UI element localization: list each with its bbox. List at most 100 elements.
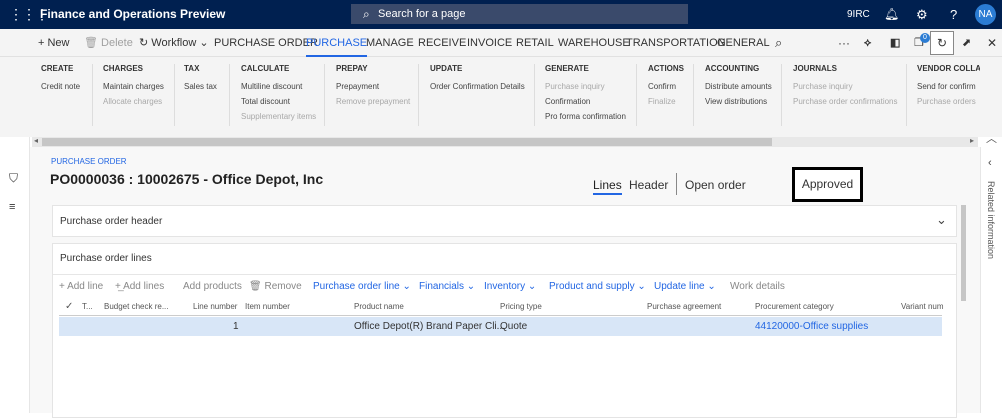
- ribbon-group-create: CREATE: [41, 64, 74, 73]
- column-header-type[interactable]: T...: [82, 298, 93, 316]
- office-icon[interactable]: ◧: [890, 29, 900, 57]
- help-icon[interactable]: ?: [950, 0, 957, 29]
- attachments-icon[interactable]: ❐ 0: [914, 29, 930, 57]
- find-icon[interactable]: ⌕: [775, 29, 782, 57]
- tab-purchase-order[interactable]: PURCHASE ORDER: [214, 29, 318, 57]
- open-order-tab[interactable]: Open order: [685, 177, 746, 193]
- tab-retail[interactable]: RETAIL: [516, 29, 554, 57]
- view-distributions-button[interactable]: View distributions: [705, 97, 767, 106]
- column-header-procurement-category[interactable]: Procurement category: [755, 298, 834, 316]
- journals-purchase-inquiry-button[interactable]: Purchase inquiry: [793, 82, 853, 91]
- confirm-button[interactable]: Confirm: [648, 82, 676, 91]
- ribbon-scrollbar[interactable]: ◂ ▸: [32, 136, 978, 147]
- trash-icon: 🗑︎: [84, 37, 102, 49]
- avatar[interactable]: NA: [975, 4, 996, 25]
- remove-prepayment-button[interactable]: Remove prepayment: [336, 97, 410, 106]
- bell-icon[interactable]: 🔔︎: [884, 0, 899, 29]
- search-box[interactable]: ⌕ Search for a page: [351, 4, 688, 24]
- gear-icon[interactable]: ⚙: [916, 0, 928, 29]
- column-header-line-number[interactable]: Line number: [193, 298, 237, 316]
- inventory-menu[interactable]: Inventory ⌄: [484, 280, 536, 294]
- view-lines-tab[interactable]: Lines: [593, 177, 622, 195]
- tab-purchase[interactable]: PURCHASE: [306, 29, 368, 57]
- power-apps-icon[interactable]: ⟡: [864, 29, 871, 57]
- sales-tax-button[interactable]: Sales tax: [184, 82, 217, 91]
- purchase-order-confirmations-button[interactable]: Purchase order confirmations: [793, 97, 898, 106]
- refresh-icon[interactable]: ↻: [930, 31, 954, 55]
- more-icon[interactable]: ···: [838, 29, 850, 57]
- tab-general[interactable]: GENERAL: [717, 29, 770, 57]
- update-line-menu[interactable]: Update line ⌄: [654, 280, 716, 294]
- tab-transportation[interactable]: TRANSPORTATION: [626, 29, 726, 57]
- allocate-charges-button[interactable]: Allocate charges: [103, 97, 162, 106]
- ribbon-group-vendor-collab: VENDOR COLLAB Send for confirm Purchase …: [917, 57, 980, 137]
- prepayment-button[interactable]: Prepayment: [336, 82, 379, 91]
- send-for-confirm-button[interactable]: Send for confirm: [917, 82, 976, 91]
- column-header-budget-check[interactable]: Budget check re...: [104, 298, 168, 316]
- plus-icon: +: [59, 281, 68, 292]
- multiline-discount-button[interactable]: Multiline discount: [241, 82, 302, 91]
- supplementary-items-button[interactable]: Supplementary items: [241, 112, 316, 121]
- collapse-ribbon-icon[interactable]: ︿: [986, 130, 997, 146]
- view-header-tab[interactable]: Header: [629, 177, 668, 193]
- open-new-window-icon[interactable]: ⬈: [962, 29, 971, 57]
- close-icon[interactable]: ✕: [987, 29, 997, 57]
- maintain-charges-button[interactable]: Maintain charges: [103, 82, 164, 91]
- scroll-left-icon[interactable]: ◂: [34, 136, 38, 145]
- content-scrollbar[interactable]: [961, 205, 966, 301]
- breadcrumb[interactable]: PURCHASE ORDER: [51, 157, 127, 166]
- distribute-amounts-button[interactable]: Distribute amounts: [705, 82, 772, 91]
- cell-procurement-category[interactable]: 44120000-Office supplies: [755, 318, 868, 335]
- scroll-right-icon[interactable]: ▸: [970, 136, 974, 145]
- purchase-order-line-menu[interactable]: Purchase order line ⌄: [313, 280, 411, 294]
- remove-button[interactable]: 🗑︎ Remove: [249, 280, 302, 294]
- scrollbar-thumb[interactable]: [42, 138, 772, 146]
- tab-receive[interactable]: RECEIVE: [418, 29, 466, 57]
- column-header-item-number[interactable]: Item number: [245, 298, 290, 316]
- add-lines-button[interactable]: +̲ Add lines: [115, 280, 164, 294]
- purchase-inquiry-button[interactable]: Purchase inquiry: [545, 82, 605, 91]
- company-picker[interactable]: 9IRC: [847, 0, 870, 29]
- ribbon-divider: [324, 64, 325, 126]
- credit-note-button[interactable]: Credit note: [41, 82, 80, 91]
- vendor-purchase-orders-button[interactable]: Purchase orders: [917, 97, 976, 106]
- ribbon-group-journals: JOURNALS: [793, 64, 838, 73]
- column-header-purchase-agreement[interactable]: Purchase agreement: [647, 298, 721, 316]
- add-products-button[interactable]: Add products: [183, 280, 242, 294]
- new-button[interactable]: + New: [38, 29, 70, 57]
- tab-invoice[interactable]: INVOICE: [467, 29, 512, 57]
- financials-menu[interactable]: Financials ⌄: [419, 280, 475, 294]
- work-details-button[interactable]: Work details: [730, 280, 785, 294]
- top-nav-bar: ⋮⋮⋮ Finance and Operations Preview ⌕ Sea…: [0, 0, 1002, 29]
- purchase-order-header-section[interactable]: Purchase order header ⌄: [52, 205, 957, 237]
- product-and-supply-menu[interactable]: Product and supply ⌄: [549, 280, 646, 294]
- related-information-pane[interactable]: ‹ Related information: [980, 147, 1002, 413]
- workflow-button[interactable]: ↻ Workflow ⌄: [139, 29, 209, 57]
- confirmation-button[interactable]: Confirmation: [545, 97, 590, 106]
- main-content: PURCHASE ORDER PO0000036 : 10002675 - Of…: [30, 147, 980, 418]
- column-header-variant[interactable]: Variant num: [901, 298, 944, 316]
- list-icon[interactable]: ≡: [9, 201, 15, 213]
- chevron-down-icon[interactable]: ⌄: [936, 212, 947, 228]
- related-information-label[interactable]: Related information: [986, 181, 996, 259]
- action-pane: + New 🗑︎ Delete ↻ Workflow ⌄ PURCHASE OR…: [0, 29, 1002, 57]
- chevron-left-icon[interactable]: ‹: [988, 157, 992, 169]
- add-line-label: Add line: [67, 281, 104, 292]
- filter-icon[interactable]: ⛉: [9, 171, 18, 186]
- section-divider: [53, 274, 956, 275]
- order-confirmation-details-button[interactable]: Order Confirmation Details: [430, 82, 525, 91]
- total-discount-button[interactable]: Total discount: [241, 97, 290, 106]
- delete-button[interactable]: 🗑︎ Delete: [84, 29, 133, 57]
- ribbon-divider: [534, 64, 535, 126]
- tab-warehouse[interactable]: WAREHOUSE: [558, 29, 630, 57]
- finalize-button[interactable]: Finalize: [648, 97, 676, 106]
- select-all-checkbox[interactable]: ✓: [65, 298, 73, 316]
- column-header-product-name[interactable]: Product name: [354, 298, 404, 316]
- app-title[interactable]: Finance and Operations Preview: [40, 0, 225, 29]
- table-row[interactable]: 1 Office Depot(R) Brand Paper Cli... Quo…: [59, 317, 942, 336]
- ribbon-divider: [92, 64, 93, 126]
- add-line-button[interactable]: + Add line: [59, 280, 103, 294]
- column-header-pricing-type[interactable]: Pricing type: [500, 298, 542, 316]
- tab-manage[interactable]: MANAGE: [366, 29, 414, 57]
- pro-forma-confirmation-button[interactable]: Pro forma confirmation: [545, 112, 626, 121]
